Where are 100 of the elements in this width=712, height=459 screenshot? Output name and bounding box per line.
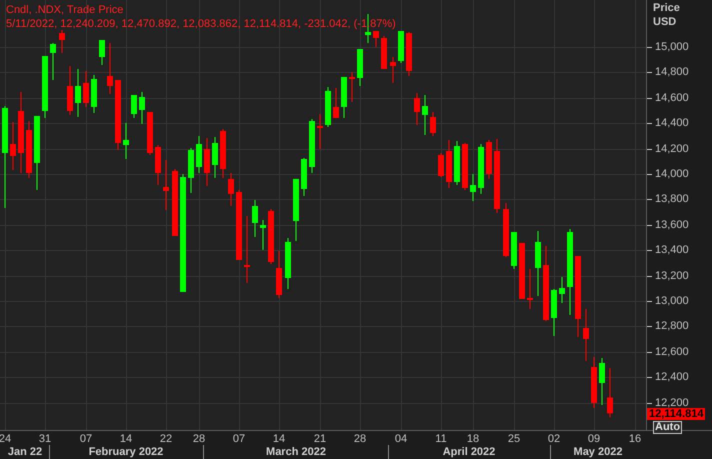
falling-candle — [163, 160, 169, 210]
falling-candle — [583, 308, 589, 361]
date-tick-label: 31 — [38, 433, 52, 446]
rising-candle — [196, 136, 202, 173]
date-tick-label: 25 — [506, 433, 522, 446]
falling-candle — [438, 153, 444, 178]
falling-candle — [503, 202, 509, 258]
date-tick-label: 28 — [192, 433, 206, 446]
rising-candle — [285, 238, 291, 290]
price-tick-label: 14,000 — [655, 168, 689, 180]
rising-candle — [398, 30, 404, 63]
rising-candle — [341, 76, 347, 118]
falling-candle — [155, 145, 161, 186]
date-tick-label: 02 — [546, 433, 562, 446]
rising-candle — [252, 200, 258, 237]
rising-candle — [454, 140, 460, 186]
rising-candle — [212, 137, 218, 178]
falling-candle — [220, 129, 226, 178]
price-tick-label: 13,600 — [655, 219, 689, 231]
falling-candle — [317, 114, 323, 149]
price-tick-label: 14,800 — [655, 66, 689, 78]
rising-candle — [91, 74, 97, 114]
date-tick-label: 21 — [312, 433, 328, 446]
price-tick-label: 14,400 — [655, 117, 689, 129]
rising-candle — [535, 231, 541, 296]
rising-candle — [309, 119, 315, 173]
price-tick-label: 13,000 — [655, 295, 689, 307]
falling-candle — [591, 356, 597, 408]
price-tick-label: 13,800 — [655, 193, 689, 205]
price-tick-label: 13,400 — [655, 244, 689, 256]
rising-candle — [478, 144, 484, 194]
date-tick-label: 28 — [352, 433, 368, 446]
falling-candle — [228, 172, 234, 206]
falling-candle — [349, 72, 355, 102]
falling-candle — [107, 43, 113, 94]
rising-candle — [357, 49, 363, 86]
falling-candle — [10, 122, 16, 170]
rising-candle — [42, 56, 48, 118]
date-tick-label: 04 — [394, 433, 408, 446]
date-tick-label: 14 — [118, 433, 134, 446]
month-label: February 2022 — [88, 446, 164, 459]
rising-candle — [559, 276, 565, 303]
rising-candle — [551, 289, 557, 336]
price-tick-label: 14,200 — [655, 143, 689, 155]
price-tick-label: 12,600 — [655, 346, 689, 358]
falling-candle — [414, 92, 420, 125]
date-tick-label: 09 — [586, 433, 602, 446]
rising-candle — [470, 174, 476, 202]
rising-candle — [139, 92, 145, 124]
falling-candle — [430, 112, 436, 136]
falling-candle — [26, 121, 32, 178]
falling-candle — [147, 112, 153, 155]
date-tick-label: 14 — [272, 433, 286, 446]
falling-candle — [59, 30, 65, 53]
falling-candle — [333, 88, 339, 118]
price-tick-label: 12,800 — [655, 320, 689, 332]
month-label: March 2022 — [266, 446, 326, 459]
falling-candle — [519, 242, 525, 299]
falling-candle — [527, 268, 533, 309]
legend-title: Cndl, .NDX, Trade Price — [6, 3, 124, 17]
rising-candle — [260, 220, 266, 250]
rising-candle — [511, 232, 517, 269]
falling-candle — [462, 143, 468, 190]
falling-candle — [406, 32, 412, 76]
axis-unit: USD — [653, 15, 678, 29]
price-tick-label: 15,000 — [655, 41, 689, 53]
falling-candle — [115, 80, 121, 150]
rising-candle — [99, 40, 105, 66]
rising-candle — [422, 95, 428, 135]
date-tick-label: 18 — [466, 433, 480, 446]
price-tick-label: 12,200 — [655, 397, 689, 409]
date-tick-label: 22 — [158, 433, 174, 446]
falling-candle — [244, 216, 250, 283]
falling-candle — [83, 71, 89, 107]
scale-mode-button[interactable]: Auto — [653, 421, 682, 434]
falling-candle — [236, 190, 242, 260]
rising-candle — [293, 178, 299, 242]
rising-candle — [131, 95, 137, 118]
falling-candle — [607, 368, 613, 418]
falling-candle — [381, 36, 387, 69]
falling-candle — [373, 30, 379, 47]
rising-candle — [325, 87, 331, 127]
rising-candle — [188, 148, 194, 194]
date-tick-label: 16 — [628, 433, 642, 446]
date-tick-label: 11 — [434, 433, 448, 446]
falling-candle — [268, 209, 274, 264]
falling-candle — [486, 140, 492, 179]
price-tick-label: 14,600 — [655, 92, 689, 104]
month-label: May 2022 — [574, 446, 622, 459]
last-price-tag: 12,114.814 — [647, 408, 706, 420]
falling-candle — [67, 66, 73, 115]
falling-candle — [276, 250, 282, 298]
date-tick-label: 07 — [232, 433, 246, 446]
falling-candle — [390, 57, 396, 83]
price-tick-label: 13,200 — [655, 270, 689, 282]
month-label: Jan 22 — [8, 446, 42, 459]
price-tick-label: 12,400 — [655, 371, 689, 383]
rising-candle — [50, 43, 56, 80]
rising-candle — [123, 122, 129, 159]
date-tick-label: 07 — [78, 433, 94, 446]
